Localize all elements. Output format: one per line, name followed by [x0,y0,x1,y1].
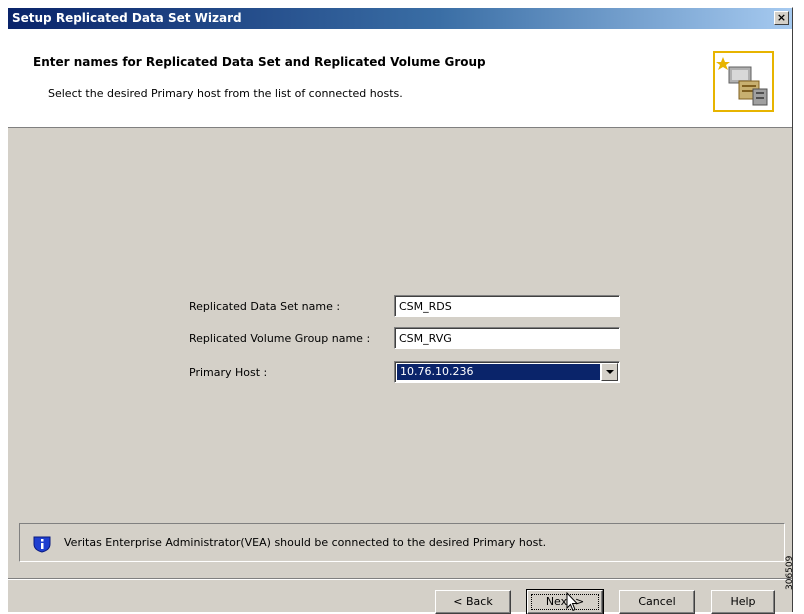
info-icon [33,536,51,553]
wizard-server-icon [713,51,774,112]
close-icon: × [776,11,787,24]
info-text: Veritas Enterprise Administrator(VEA) sh… [64,536,547,549]
primary-host-label: Primary Host : [189,366,268,379]
mouse-pointer-icon [566,592,579,612]
info-panel: Veritas Enterprise Administrator(VEA) sh… [19,523,785,562]
next-button[interactable]: Next > [526,589,604,614]
primary-host-select[interactable]: 10.76.10.236 [394,361,620,383]
focus-ring [531,594,599,610]
figure-number: 306509 [785,555,795,590]
wizard-header: Enter names for Replicated Data Set and … [8,29,792,128]
title-bar[interactable]: Setup Replicated Data Set Wizard × [8,8,792,29]
window-title: Setup Replicated Data Set Wizard [12,11,242,25]
help-button[interactable]: Help [711,590,775,614]
rvg-name-input[interactable] [394,327,620,349]
rds-name-input[interactable] [394,295,620,317]
wizard-window: Setup Replicated Data Set Wizard × Enter… [7,7,793,614]
button-separator [8,578,792,580]
cancel-button[interactable]: Cancel [619,590,695,614]
header-title: Enter names for Replicated Data Set and … [33,55,486,69]
rds-name-label: Replicated Data Set name : [189,300,341,313]
rvg-name-label: Replicated Volume Group name : [189,332,371,345]
primary-host-value: 10.76.10.236 [397,364,600,380]
header-subtitle: Select the desired Primary host from the… [48,87,403,100]
dropdown-button[interactable] [601,363,618,381]
chevron-down-icon [606,370,614,374]
close-button[interactable]: × [774,11,789,25]
back-button[interactable]: < Back [435,590,511,614]
